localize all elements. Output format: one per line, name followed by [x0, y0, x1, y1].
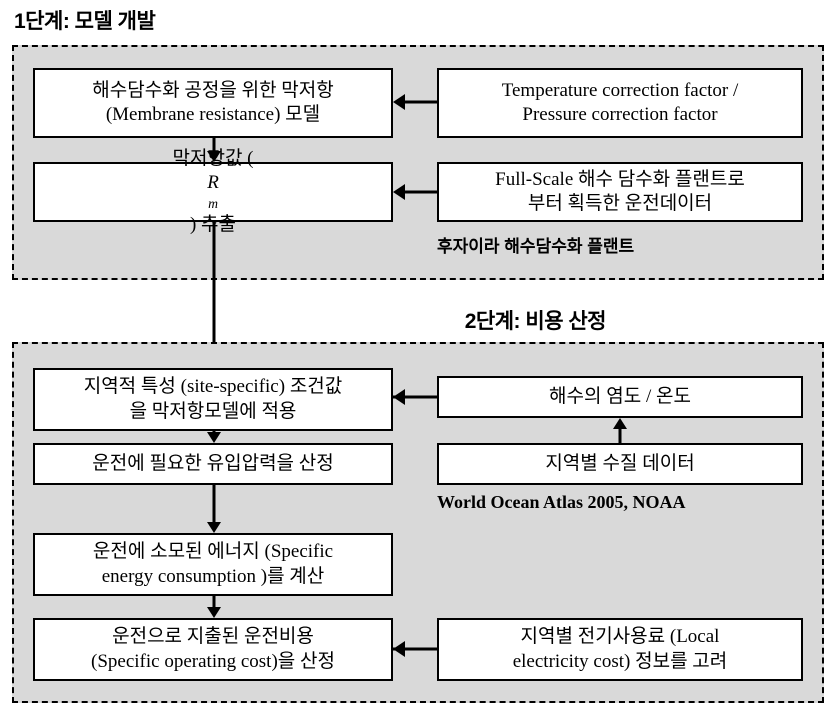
node-specific-operating-cost: 운전으로 지출된 운전비용 (Specific operating cost)을… — [33, 618, 393, 681]
arrow-energy-to-operating-cost — [206, 596, 222, 618]
caption-fujairah-plant: 후자이라 해수담수화 플랜트 — [437, 237, 635, 256]
node-membrane-resistance-model-line2: (Membrane resistance) 모델 — [105, 104, 321, 125]
node-specific-operating-cost-line1: 운전으로 지출된 운전비용 — [112, 626, 314, 648]
node-feed-pressure-line1: 운전에 필요한 유입압력을 산정 — [92, 452, 334, 474]
flowchart-canvas: 1단계: 모델 개발 해수담수화 공정을 위한 막저항 (Membrane re… — [0, 0, 838, 711]
caption-world-ocean-atlas: World Ocean Atlas 2005, NOAA — [437, 492, 686, 512]
node-regional-water-quality-data-line1: 지역별 수질 데이터 — [545, 452, 695, 474]
node-site-specific-conditions-line1: 지역적 특성 (site-specific) 조건값 — [83, 376, 343, 398]
arrow-shaft — [404, 100, 437, 104]
node-specific-energy-consumption-line2: energy consumption )를 계산 — [101, 565, 325, 587]
node-fullscale-plant-data-line1: Full-Scale 해수 담수화 플랜트로 — [495, 168, 745, 190]
node-rm-extraction-variable: R — [207, 172, 219, 194]
arrow-shaft — [212, 485, 216, 523]
node-local-electricity-cost-line1: 지역별 전기사용료 (Local — [520, 626, 720, 648]
arrow-head-up-icon — [613, 418, 627, 429]
arrow-head-left-icon — [393, 94, 405, 110]
node-local-electricity-cost: 지역별 전기사용료 (Local electricity cost) 정보를 고… — [437, 618, 803, 681]
node-seawater-salinity-temperature-line1: 해수의 염도 / 온도 — [549, 385, 691, 407]
arrow-head-down-icon — [207, 432, 221, 443]
arrow-shaft — [618, 429, 622, 443]
node-fullscale-plant-data-line2: 부터 획득한 운전데이터 — [527, 193, 713, 214]
arrow-feed-pressure-to-energy — [206, 485, 222, 533]
arrow-head-left-icon — [393, 389, 405, 405]
arrow-shaft — [212, 138, 216, 152]
arrow-head-down-icon — [207, 151, 221, 162]
arrow-head-down-icon — [207, 607, 221, 618]
node-specific-operating-cost-line2: (Specific operating cost)을 산정 — [91, 650, 335, 672]
arrow-head-left-icon — [393, 641, 405, 657]
arrow-model-to-rm — [206, 138, 222, 162]
arrow-shaft — [404, 190, 437, 194]
node-correction-factor-line2: Pressure correction factor — [522, 104, 718, 125]
arrow-head-down-icon — [207, 522, 221, 533]
node-regional-water-quality-data: 지역별 수질 데이터 — [437, 443, 803, 485]
node-specific-energy-consumption-line1: 운전에 소모된 에너지 (Specific — [92, 541, 334, 563]
arrow-site-to-feed-pressure — [206, 431, 222, 443]
arrow-head-left-icon — [393, 184, 405, 200]
node-local-electricity-cost-line2: electricity cost) 정보를 고려 — [512, 650, 728, 672]
arrow-salinity-to-site-specific — [393, 389, 437, 405]
node-correction-factor-line1: Temperature correction factor / — [501, 79, 739, 101]
node-rm-extraction-subscript: m — [208, 196, 218, 212]
node-fullscale-plant-data: Full-Scale 해수 담수화 플랜트로 부터 획득한 운전데이터 — [437, 162, 803, 222]
node-specific-energy-consumption: 운전에 소모된 에너지 (Specific energy consumption… — [33, 533, 393, 596]
node-rm-extraction: 막저항값 (Rm) 추출 — [33, 148, 393, 235]
arrow-electricity-to-operating-cost — [393, 641, 437, 657]
arrow-water-quality-to-salinity — [612, 418, 628, 443]
node-correction-factor: Temperature correction factor / Pressure… — [437, 68, 803, 138]
node-membrane-resistance-model-line1: 해수담수화 공정을 위한 막저항 — [92, 79, 334, 101]
arrow-plantdata-to-rm — [393, 184, 437, 200]
node-seawater-salinity-temperature: 해수의 염도 / 온도 — [437, 376, 803, 418]
stage-2-title: 2단계: 비용 산정 — [464, 310, 607, 333]
node-site-specific-conditions-line2: 을 막저항모델에 적용 — [129, 400, 297, 422]
stage-1-title: 1단계: 모델 개발 — [14, 10, 156, 33]
node-membrane-resistance-model: 해수담수화 공정을 위한 막저항 (Membrane resistance) 모… — [33, 68, 393, 138]
node-site-specific-conditions: 지역적 특성 (site-specific) 조건값 을 막저항모델에 적용 — [33, 368, 393, 431]
node-feed-pressure: 운전에 필요한 유입압력을 산정 — [33, 443, 393, 485]
arrow-correction-to-model — [393, 94, 437, 110]
arrow-shaft — [212, 222, 216, 358]
